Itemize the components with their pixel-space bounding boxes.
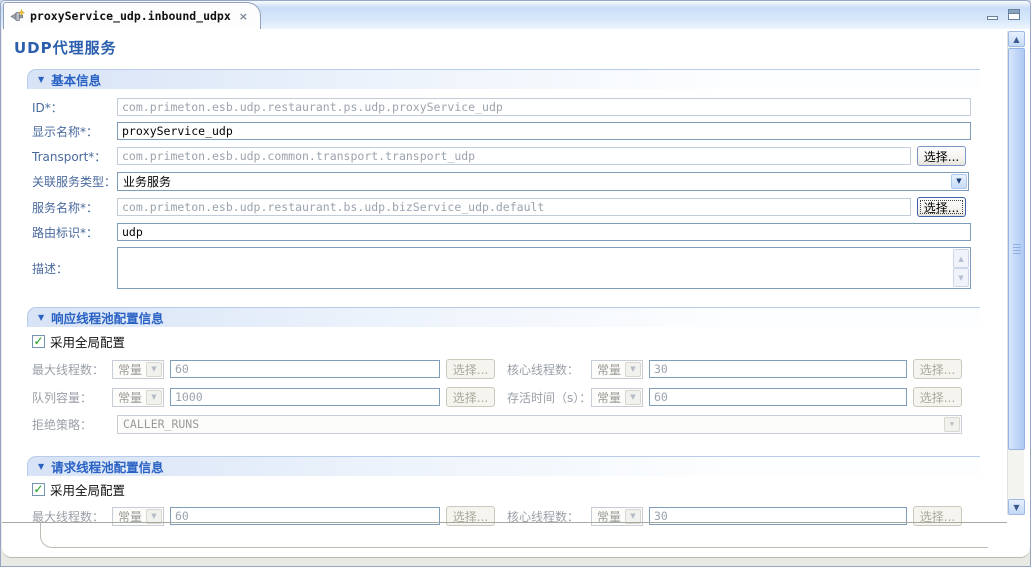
vertical-scrollbar[interactable]: ▲ ▼	[1007, 31, 1024, 515]
service-name-choose-button[interactable]: 选择...	[917, 197, 966, 217]
combo-value: 常量	[118, 361, 142, 378]
field-row-service-type: 关联服务类型： 业务服务 ▼	[32, 171, 969, 191]
scrollbar-thumb[interactable]	[1008, 48, 1025, 450]
view-controls	[987, 9, 1020, 20]
chevron-down-icon: ▼	[625, 390, 641, 405]
field-row-display-name: 显示名称*： proxyService_udp	[32, 121, 971, 141]
editor-content: UDP代理服务 ▼ 基本信息 ID*： com.primeton.esb.udp…	[2, 29, 1030, 558]
use-global-label: 采用全局配置	[50, 332, 125, 351]
tab-title: proxyService_udp.inbound_udpx	[30, 9, 231, 23]
scroll-up-icon[interactable]: ▲	[953, 249, 969, 268]
core-threads-label: 核心线程数：	[507, 361, 591, 378]
page-title: UDP代理服务	[14, 37, 117, 58]
description-scrollbar: ▲ ▼	[953, 249, 969, 287]
chevron-down-icon: ▼	[146, 362, 162, 377]
combo-value: 常量	[597, 361, 621, 378]
scrollbar-grip	[1013, 244, 1021, 254]
chevron-down-icon: ▼	[146, 390, 162, 405]
collapse-arrow-icon[interactable]: ▼	[38, 462, 44, 471]
reject-policy-select: CALLER_RUNS ▼	[117, 415, 962, 434]
keep-alive-choose-button: 选择...	[913, 387, 962, 407]
route-id-input[interactable]: udp	[117, 223, 971, 241]
service-type-select[interactable]: 业务服务 ▼	[117, 172, 969, 191]
section-title-request-pool: 请求线程池配置信息	[51, 457, 164, 476]
field-row-service-name: 服务名称*： com.primeton.esb.udp.restaurant.b…	[32, 197, 966, 217]
keep-alive-type-select: 常量 ▼	[591, 388, 643, 407]
chevron-down-icon: ▼	[625, 362, 641, 377]
section-header-request-pool[interactable]: ▼ 请求线程池配置信息	[27, 456, 980, 476]
core-threads-type-select: 常量 ▼	[591, 360, 643, 379]
use-global-checkbox[interactable]: ✓	[32, 335, 45, 348]
queue-capacity-input: 1000	[170, 388, 440, 406]
minimize-icon[interactable]	[987, 16, 998, 20]
section-title-basic: 基本信息	[51, 70, 101, 89]
scroll-down-icon[interactable]: ▼	[1008, 499, 1025, 515]
id-input: com.primeton.esb.udp.restaurant.ps.udp.p…	[117, 98, 971, 116]
scroll-down-icon[interactable]: ▼	[953, 268, 969, 287]
field-row-id: ID*： com.primeton.esb.udp.restaurant.ps.…	[32, 97, 971, 117]
field-row-route-id: 路由标识*： udp	[32, 222, 971, 242]
combo-value: 常量	[118, 389, 142, 406]
service-type-label: 关联服务类型：	[32, 173, 117, 190]
maximize-icon[interactable]	[1008, 9, 1020, 20]
id-label: ID*：	[32, 99, 117, 116]
close-icon[interactable]: ×	[237, 10, 250, 23]
keep-alive-label: 存活时间（s）：	[507, 389, 591, 406]
reject-policy-value: CALLER_RUNS	[123, 417, 199, 431]
scroll-up-icon[interactable]: ▲	[1008, 31, 1025, 47]
use-global-checkbox[interactable]: ✓	[32, 483, 45, 496]
route-id-label: 路由标识*：	[32, 224, 117, 241]
max-threads-input: 60	[170, 360, 440, 378]
service-type-value: 业务服务	[123, 173, 171, 190]
service-name-label: 服务名称*：	[32, 199, 117, 216]
max-threads-type-select: 常量 ▼	[112, 360, 164, 379]
collapse-arrow-icon[interactable]: ▼	[38, 75, 44, 84]
transport-choose-button[interactable]: 选择...	[917, 146, 966, 166]
section-title-response-pool: 响应线程池配置信息	[51, 308, 164, 327]
editor-window: proxyService_udp.inbound_udpx × UDP代理服务 …	[0, 0, 1031, 567]
response-pool-row-2: 队列容量： 常量 ▼ 1000 选择... 存活时间（s）： 常量 ▼ 60 选…	[32, 387, 962, 407]
combo-value: 常量	[597, 389, 621, 406]
max-threads-label: 最大线程数：	[32, 361, 112, 378]
transport-label: Transport*：	[32, 148, 117, 165]
chevron-down-icon[interactable]: ▼	[951, 174, 967, 189]
reject-policy-row: 拒绝策略： CALLER_RUNS ▼	[32, 414, 962, 434]
display-name-label: 显示名称*：	[32, 123, 117, 140]
reject-policy-label: 拒绝策略：	[32, 416, 117, 433]
use-global-label: 采用全局配置	[50, 480, 125, 499]
keep-alive-input: 60	[649, 388, 907, 406]
field-row-description: 描述： ▲ ▼	[32, 247, 971, 289]
editor-tab[interactable]: proxyService_udp.inbound_udpx ×	[3, 2, 261, 29]
core-threads-input: 30	[649, 360, 907, 378]
service-name-input: com.primeton.esb.udp.restaurant.bs.udp.b…	[117, 198, 911, 216]
queue-capacity-label: 队列容量：	[32, 389, 112, 406]
proxy-service-icon	[10, 9, 25, 24]
queue-capacity-type-select: 常量 ▼	[112, 388, 164, 407]
response-pool-row-1: 最大线程数： 常量 ▼ 60 选择... 核心线程数： 常量 ▼ 30 选择..…	[32, 359, 962, 379]
max-threads-choose-button: 选择...	[446, 359, 495, 379]
display-name-input[interactable]: proxyService_udp	[117, 122, 971, 140]
core-threads-choose-button: 选择...	[913, 359, 962, 379]
field-row-transport: Transport*： com.primeton.esb.udp.common.…	[32, 146, 966, 166]
description-label: 描述：	[32, 260, 117, 277]
transport-input: com.primeton.esb.udp.common.transport.tr…	[117, 147, 911, 165]
editor-tab-bar: proxyService_udp.inbound_udpx ×	[1, 1, 1030, 29]
section-header-response-pool[interactable]: ▼ 响应线程池配置信息	[27, 307, 980, 327]
description-textarea[interactable]: ▲ ▼	[117, 247, 971, 289]
collapse-arrow-icon[interactable]: ▼	[38, 313, 44, 322]
section-header-basic[interactable]: ▼ 基本信息	[27, 69, 980, 89]
form-inner-border	[40, 523, 988, 548]
chevron-down-icon: ▼	[944, 417, 960, 432]
request-global-config-row: ✓ 采用全局配置	[32, 481, 125, 497]
queue-capacity-choose-button: 选择...	[446, 387, 495, 407]
response-global-config-row: ✓ 采用全局配置	[32, 333, 125, 349]
